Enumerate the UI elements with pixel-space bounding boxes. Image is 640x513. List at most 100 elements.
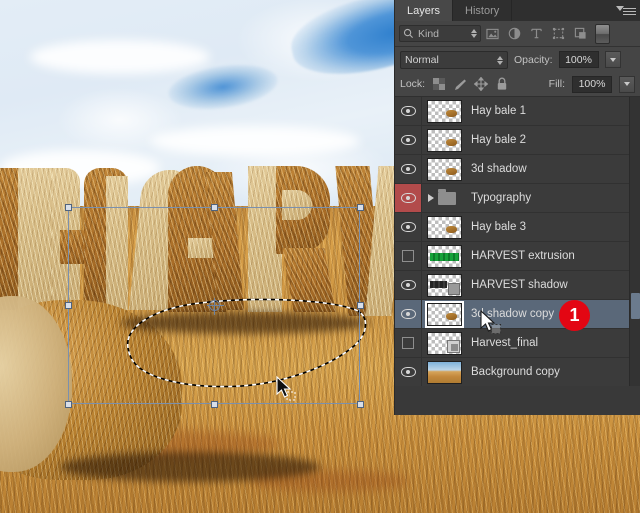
blend-mode-stepper-icon[interactable] — [497, 56, 503, 65]
fill-dropdown-button[interactable] — [619, 76, 635, 93]
layer-thumbnail-cell[interactable] — [422, 216, 466, 239]
layer-thumbnail[interactable] — [427, 332, 462, 355]
blend-mode-select[interactable]: Normal — [400, 51, 508, 69]
layer-visibility-toggle[interactable] — [395, 329, 422, 357]
shape-layer-filter-icon[interactable] — [548, 24, 569, 43]
thumb-content — [446, 313, 457, 320]
layer-row-harvest-extrusion[interactable]: HARVEST extrusion — [395, 242, 640, 271]
layer-thumbnail[interactable] — [427, 129, 462, 152]
layer-thumbnail[interactable] — [427, 216, 462, 239]
layer-visibility-toggle[interactable] — [395, 184, 422, 212]
layer-thumbnail-cell[interactable] — [422, 245, 466, 268]
lock-all-icon[interactable] — [495, 77, 509, 91]
transform-handle-br[interactable] — [357, 401, 364, 408]
transform-handle-tr[interactable] — [357, 204, 364, 211]
layer-visibility-toggle[interactable] — [395, 271, 422, 299]
transform-handle-ml[interactable] — [65, 302, 72, 309]
layer-visibility-toggle[interactable] — [395, 126, 422, 154]
layer-name[interactable]: 3d shadow — [466, 163, 640, 175]
layer-row-background-copy[interactable]: Background copy — [395, 358, 640, 386]
transform-handle-bl[interactable] — [65, 401, 72, 408]
layer-filter-bar: Kind — [395, 21, 640, 47]
layer-visibility-toggle[interactable] — [395, 242, 422, 270]
filter-kind-label: Kind — [418, 28, 439, 40]
layer-name[interactable]: Background copy — [466, 366, 640, 378]
smart-object-filter-icon[interactable] — [570, 24, 591, 43]
search-icon — [403, 28, 414, 39]
layer-name[interactable]: Hay bale 2 — [466, 134, 640, 146]
layer-thumbnail[interactable] — [427, 303, 462, 326]
lock-image-pixels-icon[interactable] — [453, 77, 467, 91]
layer-row-typography[interactable]: Typography — [395, 184, 640, 213]
layer-visibility-toggle[interactable] — [395, 155, 422, 183]
opacity-input[interactable]: 100% — [559, 51, 599, 68]
transform-handle-tc[interactable] — [211, 204, 218, 211]
layer-name[interactable]: 3d shadow copy — [466, 308, 640, 320]
thumb-content — [430, 281, 447, 288]
layer-thumbnail-cell[interactable] — [422, 274, 466, 297]
filter-kind-stepper-icon[interactable] — [471, 29, 477, 38]
layer-thumbnail-cell[interactable] — [422, 129, 466, 152]
layers-scrollbar-track[interactable] — [629, 97, 640, 386]
lock-position-icon[interactable] — [474, 77, 488, 91]
layer-name[interactable]: Hay bale 3 — [466, 221, 640, 233]
eye-icon — [401, 193, 416, 203]
transform-handle-mr[interactable] — [357, 302, 364, 309]
filter-enable-toggle[interactable] — [595, 24, 610, 44]
opacity-label: Opacity: — [514, 54, 553, 66]
layer-thumbnail[interactable] — [427, 100, 462, 123]
layer-visibility-toggle[interactable] — [395, 300, 422, 328]
lock-row: Lock: Fill: 100% — [395, 72, 640, 97]
fill-input[interactable]: 100% — [572, 76, 612, 93]
eye-icon — [401, 106, 416, 116]
layer-visibility-toggle[interactable] — [395, 213, 422, 241]
layer-thumbnail-cell[interactable] — [422, 332, 466, 355]
tab-history[interactable]: History — [453, 0, 512, 21]
annotation-badge-1: 1 — [559, 300, 590, 331]
adjustment-layer-filter-icon[interactable] — [504, 24, 525, 43]
layer-row-3d-shadow[interactable]: 3d shadow — [395, 155, 640, 184]
layer-name[interactable]: Hay bale 1 — [466, 105, 640, 117]
layer-visibility-toggle[interactable] — [395, 97, 422, 125]
type-layer-filter-icon[interactable] — [526, 24, 547, 43]
tab-layers[interactable]: Layers — [395, 0, 453, 21]
layer-thumbnail-cell[interactable] — [422, 192, 466, 205]
layer-name[interactable]: Typography — [466, 192, 640, 204]
layer-row-hay-bale-2[interactable]: Hay bale 2 — [395, 126, 640, 155]
layer-name[interactable]: HARVEST extrusion — [466, 250, 640, 262]
layers-scrollbar-thumb[interactable] — [631, 293, 640, 319]
eye-icon — [401, 164, 416, 174]
layer-name[interactable]: Harvest_final — [466, 337, 640, 349]
thumb-content — [430, 253, 459, 261]
layer-row-harvest-shadow[interactable]: HARVEST shadow — [395, 271, 640, 300]
layer-row-harvest-final[interactable]: Harvest_final — [395, 329, 640, 358]
layer-visibility-toggle[interactable] — [395, 358, 422, 386]
eye-hidden-icon — [402, 250, 414, 262]
layer-list[interactable]: Hay bale 1 Hay bale 2 3d shadow Typography H… — [395, 97, 640, 386]
transform-handle-bc[interactable] — [211, 401, 218, 408]
layer-thumbnail-cell[interactable] — [422, 100, 466, 123]
layer-row-hay-bale-3[interactable]: Hay bale 3 — [395, 213, 640, 242]
layer-thumbnail-cell[interactable] — [422, 303, 466, 326]
layer-name[interactable]: HARVEST shadow — [466, 279, 640, 291]
panel-menu-icon[interactable] — [616, 3, 636, 18]
layer-thumbnail-cell[interactable] — [422, 158, 466, 181]
filter-kind-select[interactable]: Kind — [399, 25, 481, 42]
fill-label: Fill: — [549, 78, 565, 90]
pixel-layer-filter-icon[interactable] — [482, 24, 503, 43]
lock-transparent-pixels-icon[interactable] — [432, 77, 446, 91]
layer-row-3d-shadow-copy[interactable]: 3d shadow copy — [395, 300, 640, 329]
folder-icon — [438, 192, 456, 205]
layer-thumbnail-cell[interactable] — [422, 361, 466, 384]
layer-row-hay-bale-1[interactable]: Hay bale 1 — [395, 97, 640, 126]
thumb-content — [446, 139, 457, 146]
lock-label: Lock: — [400, 78, 425, 90]
opacity-dropdown-button[interactable] — [605, 51, 621, 68]
group-expand-arrow-icon[interactable] — [428, 194, 434, 202]
transform-handle-tl[interactable] — [65, 204, 72, 211]
layer-thumbnail[interactable] — [427, 158, 462, 181]
layer-thumbnail[interactable] — [427, 274, 462, 297]
layer-thumbnail[interactable] — [427, 361, 462, 384]
transform-reference-point-icon[interactable] — [209, 300, 220, 311]
layer-thumbnail[interactable] — [427, 245, 462, 268]
